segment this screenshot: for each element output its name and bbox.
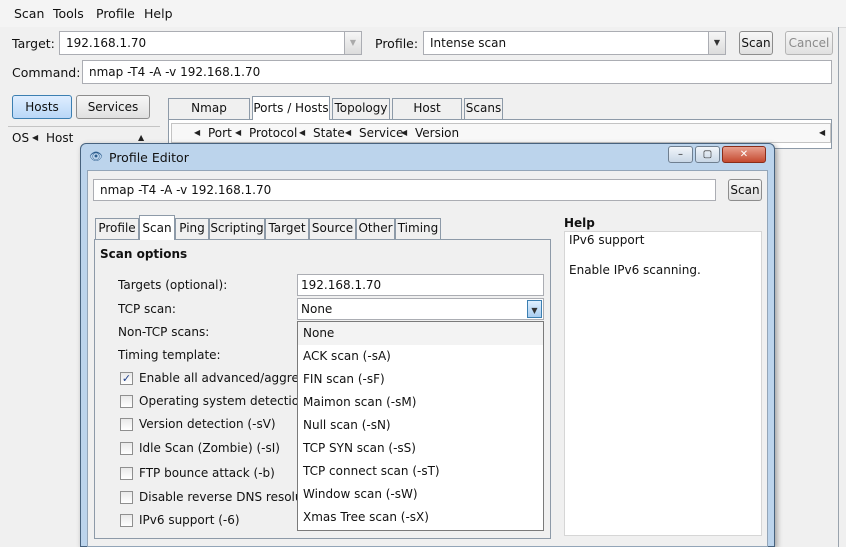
- version-column-header[interactable]: Version: [415, 124, 459, 142]
- checkbox-aggressive[interactable]: ✓: [120, 372, 133, 385]
- tcp-scan-select[interactable]: None ▼: [297, 298, 544, 320]
- dropdown-option[interactable]: Xmas Tree scan (-sX): [298, 506, 543, 529]
- tab-other[interactable]: Other: [356, 218, 395, 239]
- non-tcp-label: Non-TCP scans:: [118, 325, 210, 339]
- help-panel: IPv6 support Enable IPv6 scanning.: [564, 231, 762, 536]
- triangle-left-icon: ◀: [194, 128, 201, 137]
- tab-nmap-output[interactable]: Nmap Output: [168, 98, 250, 134]
- profile-value: Intense scan: [430, 36, 507, 50]
- target-label: Target:: [12, 36, 55, 51]
- option-aggressive-label: Enable all advanced/aggressive: [139, 371, 297, 385]
- minimize-icon[interactable]: –: [668, 146, 693, 163]
- dialog-command-input[interactable]: nmap -T4 -A -v 192.168.1.70: [93, 179, 716, 201]
- tab-source[interactable]: Source: [309, 218, 356, 239]
- tab-host-details[interactable]: Host Details: [392, 98, 462, 134]
- checkbox-idle-scan[interactable]: [120, 442, 133, 455]
- targets-value: 192.168.1.70: [301, 278, 382, 292]
- main-tab-bar: Nmap Output Ports / Hosts Topology Host …: [168, 96, 832, 134]
- menu-profile[interactable]: Profile: [96, 6, 135, 21]
- tab-scan[interactable]: Scan: [139, 215, 175, 240]
- target-value: 192.168.1.70: [66, 36, 147, 50]
- port-column-header[interactable]: Port: [208, 124, 232, 142]
- tcp-scan-dropdown-list: None ACK scan (-sA) FIN scan (-sF) Maimo…: [297, 321, 544, 531]
- triangle-up-icon: ▲: [138, 133, 145, 142]
- close-icon[interactable]: ✕: [722, 146, 766, 163]
- option-ipv6-label: IPv6 support (-6): [139, 513, 240, 527]
- targets-label: Targets (optional):: [118, 278, 228, 292]
- eye-icon: 👁: [89, 150, 103, 163]
- dialog-scan-button[interactable]: Scan: [728, 179, 762, 201]
- chevron-down-icon[interactable]: ▼: [344, 32, 361, 54]
- tab-profile[interactable]: Profile: [95, 218, 139, 239]
- tab-topology[interactable]: Topology: [332, 98, 390, 119]
- checkbox-disable-dns[interactable]: [120, 491, 133, 504]
- protocol-column-header[interactable]: Protocol: [249, 124, 297, 142]
- triangle-left-icon: ◀: [401, 128, 408, 137]
- tab-target[interactable]: Target: [265, 218, 309, 239]
- services-button[interactable]: Services: [76, 95, 150, 119]
- command-input[interactable]: nmap -T4 -A -v 192.168.1.70: [82, 60, 832, 84]
- tab-ping[interactable]: Ping: [175, 218, 209, 239]
- tab-ports-hosts[interactable]: Ports / Hosts: [252, 96, 330, 120]
- dropdown-option[interactable]: FIN scan (-sF): [298, 368, 543, 391]
- option-idle-scan-label: Idle Scan (Zombie) (-sI): [139, 441, 280, 455]
- option-os-detection-label: Operating system detection (-: [139, 394, 297, 408]
- timing-template-label: Timing template:: [118, 348, 221, 362]
- os-column-header[interactable]: OS: [12, 131, 29, 145]
- hosts-button[interactable]: Hosts: [12, 95, 72, 119]
- chevron-down-icon[interactable]: ▼: [708, 32, 725, 54]
- triangle-left-icon: ◀: [235, 128, 242, 137]
- target-combobox[interactable]: 192.168.1.70 ▼: [59, 31, 362, 55]
- dropdown-option[interactable]: Maimon scan (-sM): [298, 391, 543, 414]
- profile-combobox[interactable]: Intense scan ▼: [423, 31, 726, 55]
- triangle-left-icon: ◀: [819, 128, 826, 137]
- menu-help[interactable]: Help: [144, 6, 173, 21]
- menu-bar: Scan Tools Profile Help: [0, 0, 846, 28]
- dropdown-option[interactable]: Null scan (-sN): [298, 414, 543, 437]
- help-text: Enable IPv6 scanning.: [569, 263, 701, 277]
- dropdown-option[interactable]: TCP connect scan (-sT): [298, 460, 543, 483]
- maximize-icon[interactable]: ▢: [695, 146, 720, 163]
- dialog-title: Profile Editor: [109, 150, 189, 165]
- cancel-button[interactable]: Cancel: [785, 31, 833, 55]
- tab-scripting[interactable]: Scripting: [209, 218, 265, 239]
- chevron-down-icon[interactable]: ▼: [527, 300, 542, 318]
- port-columns-header: ◀ Port ◀ Protocol ◀ State ◀ Service ◀ Ve…: [171, 123, 831, 143]
- option-ftp-bounce-label: FTP bounce attack (-b): [139, 466, 275, 480]
- command-value: nmap -T4 -A -v 192.168.1.70: [89, 65, 261, 79]
- dropdown-option[interactable]: Window scan (-sW): [298, 483, 543, 506]
- tcp-scan-value: None: [301, 302, 333, 316]
- state-column-header[interactable]: State: [313, 124, 345, 142]
- menu-tools[interactable]: Tools: [53, 6, 84, 21]
- scan-button[interactable]: Scan: [739, 31, 773, 55]
- dropdown-option[interactable]: TCP SYN scan (-sS): [298, 437, 543, 460]
- dropdown-option[interactable]: ACK scan (-sA): [298, 345, 543, 368]
- checkbox-ftp-bounce[interactable]: [120, 467, 133, 480]
- option-disable-dns-label: Disable reverse DNS resolution: [139, 490, 297, 504]
- host-column-header[interactable]: Host: [46, 131, 73, 145]
- checkbox-os-detection[interactable]: [120, 395, 133, 408]
- checkbox-version-detection[interactable]: [120, 418, 133, 431]
- tab-timing[interactable]: Timing: [395, 218, 441, 239]
- service-column-header[interactable]: Service: [359, 124, 403, 142]
- triangle-left-icon: ◀: [345, 128, 352, 137]
- checkbox-ipv6[interactable]: [120, 514, 133, 527]
- triangle-left-icon: ◀: [32, 133, 39, 142]
- targets-input[interactable]: 192.168.1.70: [297, 274, 544, 296]
- help-title: Help: [564, 216, 595, 230]
- dropdown-option[interactable]: None: [298, 322, 543, 345]
- menu-scan[interactable]: Scan: [14, 6, 44, 21]
- option-version-detection-label: Version detection (-sV): [139, 417, 276, 431]
- section-title: Scan options: [100, 247, 188, 261]
- triangle-left-icon: ◀: [299, 128, 306, 137]
- help-heading: IPv6 support: [569, 233, 645, 247]
- dialog-command-value: nmap -T4 -A -v 192.168.1.70: [100, 183, 272, 197]
- tcp-scan-label: TCP scan:: [118, 302, 176, 316]
- tab-scans[interactable]: Scans: [464, 98, 503, 119]
- profile-label: Profile:: [375, 36, 419, 51]
- command-label: Command:: [12, 65, 81, 80]
